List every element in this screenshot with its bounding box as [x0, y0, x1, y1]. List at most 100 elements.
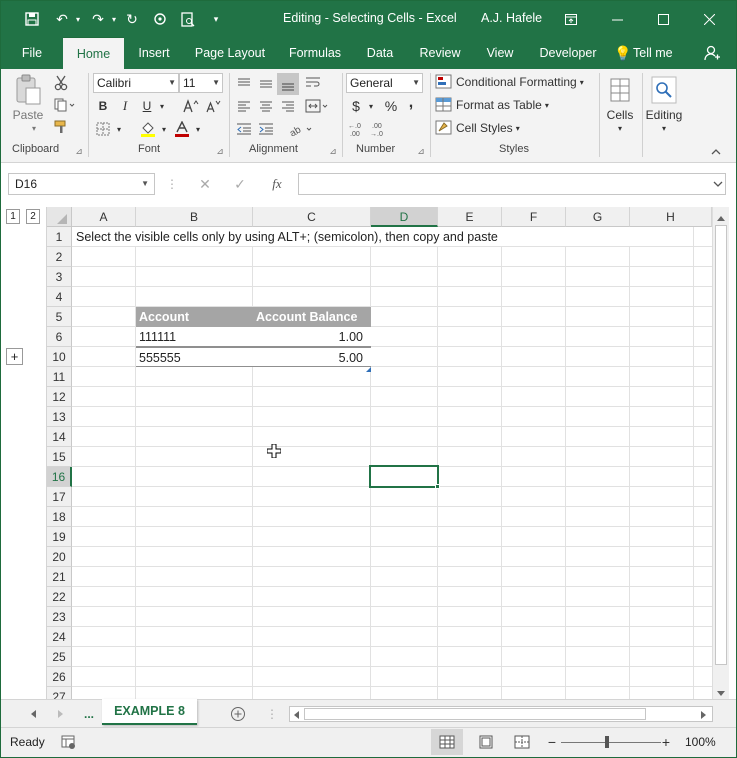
- alignment-launcher-icon[interactable]: ⊿: [328, 145, 338, 157]
- cell-c6[interactable]: 1.00: [253, 327, 371, 346]
- undo-icon[interactable]: ↶: [51, 9, 73, 29]
- zoom-in-icon[interactable]: +: [659, 732, 673, 752]
- more-sheets-button[interactable]: ...: [77, 704, 101, 724]
- zoom-out-icon[interactable]: −: [545, 732, 559, 752]
- clipboard-launcher-icon[interactable]: ⊿: [74, 145, 84, 157]
- customize-qat-icon[interactable]: ▾: [209, 9, 223, 29]
- cell-c5[interactable]: Account Balance: [253, 307, 371, 327]
- top-align-icon[interactable]: [234, 73, 254, 93]
- accounting-dropdown-icon[interactable]: ▾: [366, 96, 376, 116]
- align-center-icon[interactable]: [256, 96, 276, 116]
- row-header[interactable]: 19: [47, 527, 72, 547]
- increase-decimal-icon[interactable]: ←.0.00: [347, 119, 369, 139]
- editing-button-label[interactable]: Editing: [644, 107, 684, 123]
- row-header-selected[interactable]: 16: [47, 467, 72, 487]
- row-header[interactable]: 4: [47, 287, 72, 307]
- scroll-down-icon[interactable]: [716, 687, 726, 697]
- page-layout-view-icon[interactable]: [471, 729, 501, 755]
- horizontal-scroll-thumb[interactable]: [304, 708, 646, 720]
- vertical-scrollbar[interactable]: [712, 207, 729, 699]
- borders-icon[interactable]: [93, 119, 113, 139]
- font-color-dropdown-icon[interactable]: ▾: [193, 119, 203, 139]
- row-header[interactable]: 5: [47, 307, 72, 327]
- new-sheet-icon[interactable]: [228, 704, 248, 724]
- next-sheet-icon[interactable]: [53, 706, 69, 722]
- row-header[interactable]: 25: [47, 647, 72, 667]
- tab-insert[interactable]: Insert: [129, 37, 179, 69]
- increase-font-icon[interactable]: [181, 96, 201, 116]
- tab-page-layout[interactable]: Page Layout: [187, 37, 273, 69]
- maximize-icon[interactable]: [643, 5, 683, 33]
- fill-color-icon[interactable]: [137, 119, 159, 139]
- row-header[interactable]: 23: [47, 607, 72, 627]
- align-right-icon[interactable]: [278, 96, 298, 116]
- redo-icon[interactable]: ↷: [87, 9, 109, 29]
- zoom-level[interactable]: 100%: [685, 735, 716, 749]
- decrease-font-icon[interactable]: [203, 96, 223, 116]
- touch-mode-icon[interactable]: [149, 9, 171, 29]
- cell-a1[interactable]: Select the visible cells only by using A…: [73, 227, 673, 246]
- previous-sheet-icon[interactable]: [25, 706, 41, 722]
- zoom-slider-track[interactable]: [561, 742, 661, 743]
- number-format-combo[interactable]: General ▼: [346, 73, 423, 93]
- paste-icon[interactable]: [11, 73, 45, 107]
- repeat-icon[interactable]: ↻: [121, 9, 143, 29]
- chevron-down-icon[interactable]: ▾: [659, 123, 669, 133]
- horizontal-scrollbar[interactable]: [289, 706, 713, 722]
- borders-dropdown-icon[interactable]: ▾: [114, 119, 124, 139]
- orientation-icon[interactable]: ab: [287, 119, 315, 139]
- row-header[interactable]: 12: [47, 387, 72, 407]
- column-header-h[interactable]: H: [630, 207, 712, 227]
- wrap-text-icon[interactable]: [303, 73, 323, 93]
- undo-dropdown-icon[interactable]: ▾: [73, 9, 83, 29]
- tell-me-search[interactable]: Tell me: [633, 37, 681, 69]
- row-header[interactable]: 18: [47, 507, 72, 527]
- row-header[interactable]: 11: [47, 367, 72, 387]
- tab-data[interactable]: Data: [357, 37, 403, 69]
- page-break-view-icon[interactable]: [507, 729, 537, 755]
- worksheet-grid[interactable]: 1 2 + A B C D E F G H 1 2 3 4 5 6 10 11 …: [1, 207, 736, 699]
- row-header[interactable]: 20: [47, 547, 72, 567]
- row-header[interactable]: 3: [47, 267, 72, 287]
- column-header-b[interactable]: B: [136, 207, 253, 227]
- macro-record-icon[interactable]: [59, 732, 77, 752]
- row-header[interactable]: 10: [47, 347, 72, 367]
- cell-b5[interactable]: Account: [136, 307, 253, 327]
- format-painter-icon[interactable]: [51, 117, 71, 137]
- tab-split-grip-icon[interactable]: ⋮: [266, 704, 278, 724]
- scroll-left-icon[interactable]: [292, 709, 302, 719]
- confirm-entry-icon[interactable]: ✓: [229, 173, 251, 195]
- outline-level-1-button[interactable]: 1: [6, 209, 20, 224]
- ribbon-display-icon[interactable]: [551, 5, 591, 33]
- insert-function-button[interactable]: fx: [265, 173, 289, 195]
- column-header-e[interactable]: E: [438, 207, 502, 227]
- percent-style-button[interactable]: %: [381, 96, 401, 116]
- row-header[interactable]: 27: [47, 687, 72, 699]
- paste-dropdown-icon[interactable]: ▾: [29, 123, 39, 133]
- align-left-icon[interactable]: [234, 96, 254, 116]
- minimize-icon[interactable]: [597, 5, 637, 33]
- italic-button[interactable]: I: [115, 96, 135, 116]
- share-icon[interactable]: [701, 37, 723, 69]
- row-header[interactable]: 24: [47, 627, 72, 647]
- row-header[interactable]: 15: [47, 447, 72, 467]
- column-header-g[interactable]: G: [566, 207, 630, 227]
- format-as-table-button[interactable]: Format as Table ▾: [435, 95, 590, 115]
- row-header[interactable]: 1: [47, 227, 72, 247]
- zoom-slider-thumb[interactable]: [605, 736, 609, 748]
- row-header[interactable]: 13: [47, 407, 72, 427]
- row-header[interactable]: 17: [47, 487, 72, 507]
- scroll-right-icon[interactable]: [700, 709, 710, 719]
- scroll-up-icon[interactable]: [716, 211, 726, 221]
- tab-developer[interactable]: Developer: [533, 37, 603, 69]
- cells-button-label[interactable]: Cells: [603, 107, 637, 123]
- row-header[interactable]: 6: [47, 327, 72, 347]
- tab-formulas[interactable]: Formulas: [283, 37, 347, 69]
- select-all-corner[interactable]: [47, 207, 72, 227]
- row-header[interactable]: 26: [47, 667, 72, 687]
- middle-align-icon[interactable]: [256, 73, 276, 93]
- collapse-ribbon-icon[interactable]: [709, 145, 723, 157]
- font-name-combo[interactable]: Calibri ▼: [93, 73, 179, 93]
- number-launcher-icon[interactable]: ⊿: [416, 145, 426, 157]
- fill-color-dropdown-icon[interactable]: ▾: [159, 119, 169, 139]
